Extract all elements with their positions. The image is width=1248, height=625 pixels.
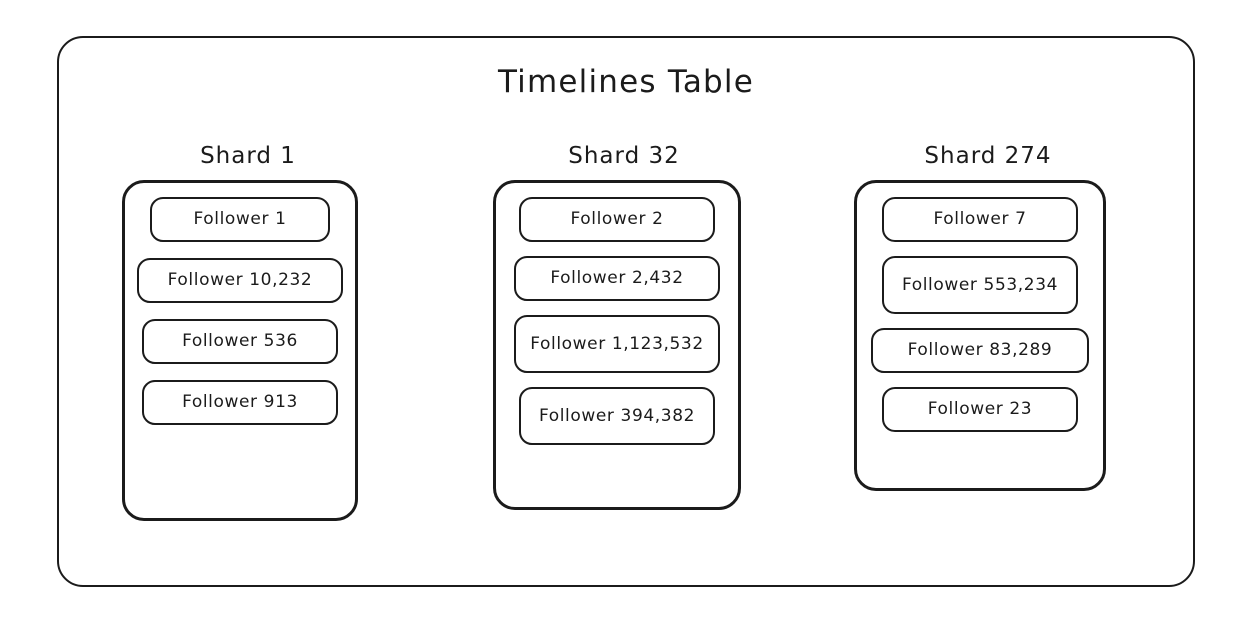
shard-column: Shard 32 Follower 2 Follower 2,432 Follo… (493, 142, 755, 510)
follower-item[interactable]: Follower 553,234 (882, 256, 1078, 314)
follower-item[interactable]: Follower 2,432 (514, 256, 720, 301)
shard-title: Shard 1 (200, 143, 296, 169)
shard-column: Shard 274 Follower 7 Follower 553,234 Fo… (854, 142, 1122, 491)
follower-item[interactable]: Follower 23 (882, 387, 1078, 432)
shard-box: Follower 1 Follower 10,232 Follower 536 … (122, 180, 358, 521)
diagram-canvas: Timelines Table Shard 1 Follower 1 Follo… (0, 0, 1248, 625)
follower-item[interactable]: Follower 536 (142, 319, 338, 364)
follower-item[interactable]: Follower 2 (519, 197, 715, 242)
timelines-table-container: Timelines Table Shard 1 Follower 1 Follo… (57, 36, 1195, 587)
shard-column: Shard 1 Follower 1 Follower 10,232 Follo… (122, 142, 374, 521)
shard-box: Follower 7 Follower 553,234 Follower 83,… (854, 180, 1106, 491)
follower-item[interactable]: Follower 10,232 (137, 258, 343, 303)
follower-item[interactable]: Follower 913 (142, 380, 338, 425)
follower-item[interactable]: Follower 1 (150, 197, 330, 242)
follower-item[interactable]: Follower 7 (882, 197, 1078, 242)
shards-row: Shard 1 Follower 1 Follower 10,232 Follo… (59, 142, 1193, 572)
follower-item[interactable]: Follower 394,382 (519, 387, 715, 445)
shard-box: Follower 2 Follower 2,432 Follower 1,123… (493, 180, 741, 510)
shard-title: Shard 274 (924, 143, 1052, 169)
follower-item[interactable]: Follower 1,123,532 (514, 315, 720, 373)
page-title: Timelines Table (498, 64, 754, 100)
follower-item[interactable]: Follower 83,289 (871, 328, 1089, 373)
shard-title: Shard 32 (568, 143, 680, 169)
